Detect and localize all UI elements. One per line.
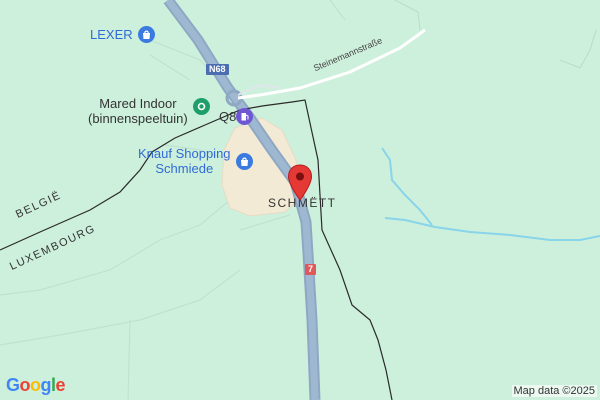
road-badge-n68: N68 (206, 64, 229, 75)
poi-mared-indoor[interactable]: Mared Indoor (binnenspeeltuin) (88, 96, 210, 126)
map-attribution[interactable]: Map data ©2025 (511, 385, 597, 397)
poi-q8[interactable]: Q8 (219, 108, 254, 125)
poi-knauf-shopping[interactable]: Knauf Shopping Schmiede (138, 146, 253, 176)
map-canvas[interactable]: LEXER Mared Indoor (binnenspeeltuin) Q8 … (0, 0, 600, 400)
poi-mared-indoor-label: Mared Indoor (binnenspeeltuin) (88, 96, 188, 126)
shopping-bag-icon (137, 26, 155, 43)
leisure-icon (192, 98, 210, 115)
fuel-pump-icon (236, 108, 254, 125)
poi-q8-label: Q8 (219, 109, 237, 124)
poi-lexer-label: LEXER (90, 27, 133, 42)
location-pin-icon[interactable] (287, 164, 313, 202)
poi-lexer[interactable]: LEXER (90, 26, 155, 43)
poi-knauf-shopping-label: Knauf Shopping Schmiede (138, 146, 231, 176)
road-badge-route7: 7 (305, 264, 317, 275)
google-logo: Google (6, 375, 66, 395)
shopping-bag-icon (235, 152, 253, 170)
